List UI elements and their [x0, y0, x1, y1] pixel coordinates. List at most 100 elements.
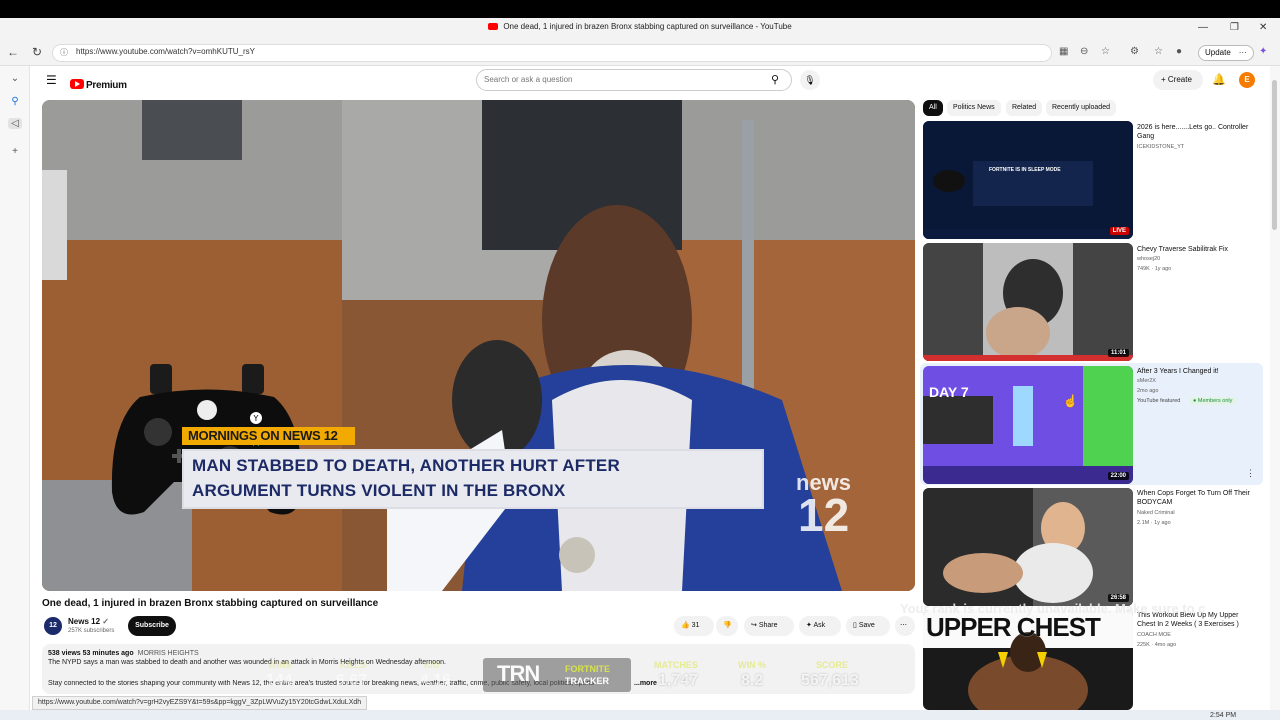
youtube-favicon-icon [488, 23, 499, 30]
views-time: 538 views 53 minutes ago [48, 650, 134, 657]
rec-channel[interactable]: COACH MOE [1137, 632, 1171, 638]
thumb-caption: FORTNITE IS IN SLEEP MODE [989, 167, 1061, 173]
rec-channel[interactable]: ICEKIDSTONE_YT [1137, 144, 1184, 150]
trn-tracker: TRACKER [565, 676, 609, 686]
subscriber-count: 257K subscribers [68, 628, 115, 634]
status-bar-url: https://www.youtube.com/watch?v=grH2vyEZ… [32, 696, 368, 710]
copilot-icon[interactable]: ✦ [1259, 46, 1267, 57]
chip-recently-uploaded[interactable]: Recently uploaded [1046, 100, 1116, 116]
chip-related[interactable]: Related [1006, 100, 1043, 116]
channel-name[interactable]: News 12 ✓ [68, 617, 109, 626]
bug-num: 12 [798, 489, 850, 541]
mouse-cursor-icon: ☝ [1063, 394, 1078, 408]
thumb-caption: DAY 7 [929, 384, 969, 400]
extensions-icon[interactable]: ⚙ [1130, 46, 1139, 57]
trn-fortnite: FORTNITE [565, 664, 610, 674]
update-button[interactable]: Update ··· [1198, 45, 1254, 61]
thumbs-up-icon: 👍 [681, 622, 690, 629]
create-button[interactable]: + Create [1153, 70, 1203, 90]
share-button[interactable]: ↪ Share [744, 616, 794, 636]
menu-icon[interactable]: ☰ [46, 73, 57, 87]
maximize-icon[interactable]: ❐ [1230, 22, 1239, 33]
create-label: Create [1167, 75, 1192, 84]
search-sidebar-icon[interactable]: ⚲ [8, 96, 22, 107]
url-text[interactable]: https://www.youtube.com/watch?v=omhKUTU_… [76, 47, 255, 56]
logo-text: Premium [86, 80, 127, 91]
favorite-star-icon[interactable]: ☆ [1101, 46, 1110, 57]
stat-label: MATCHES [654, 660, 698, 670]
thumbnail[interactable]: 11:01 [923, 243, 1133, 361]
stat-label: WIN % [738, 660, 766, 670]
chevron-down-icon[interactable]: ⌄ [8, 73, 22, 84]
channel-avatar[interactable]: 12 [44, 617, 62, 635]
top-black-strip [0, 0, 1280, 18]
news12-watermark: news 12 [796, 472, 851, 541]
youtube-play-icon [70, 79, 84, 89]
zoom-icon[interactable]: ⊖ [1080, 46, 1088, 57]
share-icon: ↪ [751, 622, 757, 629]
search-icon[interactable]: ⚲ [771, 73, 779, 86]
more-actions-button[interactable]: ⋯ [895, 616, 915, 636]
refresh-icon[interactable]: ↻ [29, 45, 45, 59]
close-window-icon[interactable]: ✕ [1259, 22, 1267, 33]
subscribe-button[interactable]: Subscribe [128, 616, 176, 636]
save-button[interactable]: ▯ Save [846, 616, 890, 636]
rec-meta: 2.1M · 1y ago [1137, 520, 1171, 526]
stat-value: 8.2 [741, 672, 764, 689]
sparkle-icon: ✦ [806, 622, 812, 629]
youtube-logo[interactable]: Premium [70, 75, 127, 91]
rec-title[interactable]: When Cops Forget To Turn Off Their BODYC… [1137, 489, 1257, 507]
taskbar [0, 710, 1280, 720]
rec-meta: 749K · 1y ago [1137, 266, 1172, 272]
account-avatar[interactable]: E [1239, 72, 1255, 88]
minimize-icon[interactable]: — [1198, 22, 1208, 33]
more-options-icon[interactable]: ⋮ [1246, 468, 1255, 479]
rec-title[interactable]: Chevy Traverse Sabilitrak Fix [1137, 245, 1257, 254]
controller-y-label: Y [253, 414, 259, 423]
members-only-badge: ● Members only [1190, 397, 1236, 405]
location-tag[interactable]: MORRIS HEIGHTS [138, 650, 199, 657]
thumbnail[interactable]: DAY 7 22:00 ☝ [923, 366, 1133, 484]
share-label: Share [758, 622, 778, 629]
thumbnail[interactable]: 26:58 [923, 488, 1133, 606]
chip-politics-news[interactable]: Politics News [947, 100, 1001, 116]
rec-channel[interactable]: whosej20 [1137, 256, 1160, 262]
video-player[interactable]: Y X B A [42, 100, 915, 591]
duration: 11:01 [1107, 349, 1129, 357]
back-icon[interactable]: ← [5, 45, 21, 59]
stat-value: 6.67 [336, 672, 368, 689]
save-label: Save [858, 622, 875, 629]
site-info-icon[interactable]: ⓘ [60, 47, 68, 58]
thumbnail-art [923, 488, 1133, 606]
favorites-icon[interactable]: ☆ [1154, 46, 1163, 57]
headline-line2: ARGUMENT TURNS VIOLENT IN THE BRONX [192, 481, 566, 500]
profile-icon[interactable]: ● [1176, 46, 1182, 57]
ask-button[interactable]: ✦ Ask [799, 616, 841, 636]
rec-channel[interactable]: Naked Criminal [1137, 510, 1175, 516]
view-meta: 538 views 53 minutes ago MORRIS HEIGHTS [48, 650, 199, 657]
apps-icon[interactable]: ▦ [1059, 46, 1068, 57]
notifications-bell-icon[interactable]: 🔔 [1212, 73, 1226, 86]
thumbnail[interactable]: UPPER CHEST [923, 610, 1133, 710]
rec-title[interactable]: 2026 is here.......Lets go.. Controller … [1137, 123, 1257, 141]
headline-line1: MAN STABBED TO DEATH, ANOTHER HURT AFTER [192, 456, 620, 475]
like-button[interactable]: 👍 31 [674, 616, 714, 636]
duration: 22:00 [1107, 472, 1129, 480]
window-title-text: One dead, 1 injured in brazen Bronx stab… [503, 22, 792, 31]
thumbnail-art [923, 121, 1133, 239]
dislike-button[interactable]: 👎 [716, 616, 738, 636]
members-icon: ● [1193, 398, 1197, 404]
rec-title[interactable]: After 3 Years I Changed it! [1137, 367, 1257, 376]
rec-channel[interactable]: sMer2X [1137, 378, 1156, 384]
add-icon[interactable]: + [8, 146, 22, 157]
scrollbar-thumb[interactable] [1272, 80, 1277, 230]
thumbnail[interactable]: FORTNITE IS IN SLEEP MODE LIVE [923, 121, 1133, 239]
show-tag: MORNINGS ON NEWS 12 [182, 427, 355, 445]
stat-value: 4.16 [420, 672, 452, 689]
read-aloud-icon[interactable]: ◁ [8, 118, 22, 129]
microphone-icon[interactable]: 🎙 [800, 70, 820, 90]
stat-label: SCORE [816, 660, 849, 670]
clock: 2:54 PM [1210, 712, 1237, 719]
more-link[interactable]: ...more [634, 680, 657, 687]
chip-all[interactable]: All [923, 100, 943, 116]
